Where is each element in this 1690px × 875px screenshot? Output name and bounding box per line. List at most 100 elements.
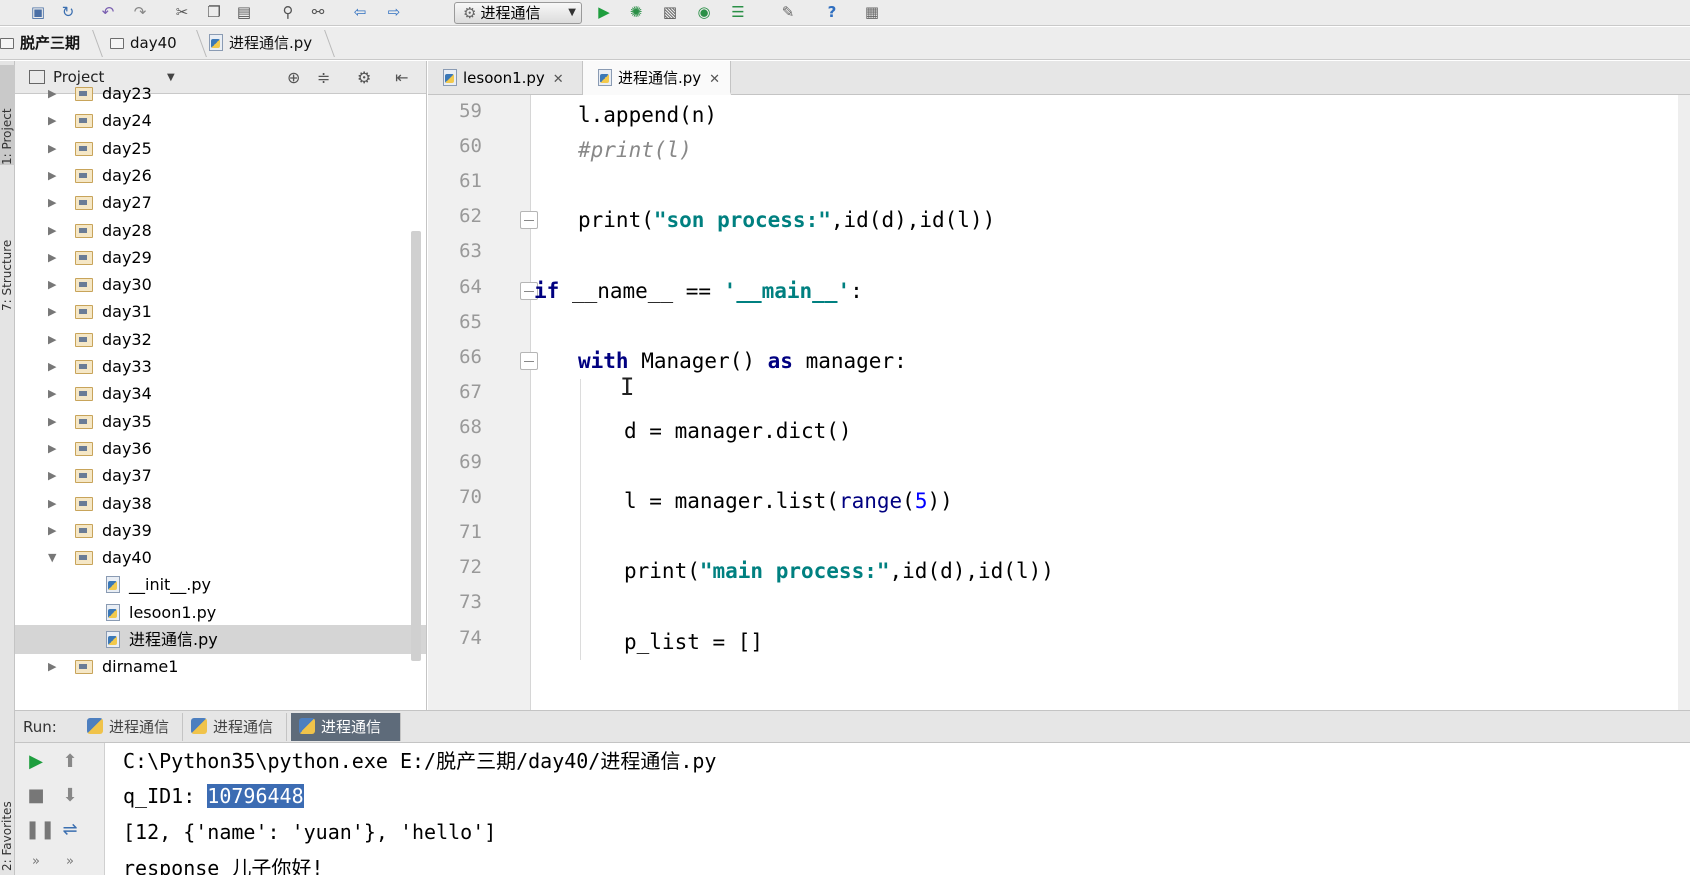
run-concurrency-icon[interactable]: ☰ bbox=[728, 2, 748, 22]
close-icon[interactable]: ✕ bbox=[553, 72, 564, 87]
folder-icon bbox=[75, 278, 93, 293]
tree-folder-item[interactable]: ▼ day40 bbox=[15, 543, 426, 572]
breadcrumb-item-file[interactable]: 进程通信.py bbox=[208, 27, 312, 60]
tree-file-item[interactable]: __init__.py bbox=[15, 570, 426, 599]
expand-arrow-right-icon[interactable]: ▶ bbox=[48, 461, 56, 490]
line-number: 63 bbox=[459, 240, 482, 263]
tree-folder-item[interactable]: ▶ day34 bbox=[15, 379, 426, 408]
forward-icon[interactable]: ⇨ bbox=[384, 2, 404, 22]
tree-folder-item[interactable]: ▶ day33 bbox=[15, 352, 426, 381]
tree-item-label: day40 bbox=[102, 548, 152, 568]
tree-folder-item[interactable]: ▶ day32 bbox=[15, 325, 426, 354]
help-icon[interactable]: ? bbox=[822, 2, 842, 22]
tree-folder-item[interactable]: ▶ day39 bbox=[15, 516, 426, 545]
expand-arrow-right-icon[interactable]: ▶ bbox=[48, 270, 56, 299]
back-icon[interactable]: ⇦ bbox=[350, 2, 370, 22]
expand-arrow-right-icon[interactable]: ▶ bbox=[48, 434, 56, 463]
tree-folder-item[interactable]: ▶ day23 bbox=[15, 79, 426, 108]
cut-icon[interactable]: ✂ bbox=[172, 2, 192, 22]
expand-arrow-right-icon[interactable]: ▶ bbox=[48, 489, 56, 518]
tree-file-item[interactable]: 进程通信.py bbox=[15, 625, 426, 654]
settings-icon[interactable]: ✎ bbox=[778, 2, 798, 22]
replace-icon[interactable]: ⚯ bbox=[308, 2, 328, 22]
soft-wrap-icon[interactable]: ⇌ bbox=[59, 819, 81, 841]
tree-folder-item[interactable]: ▶ day37 bbox=[15, 461, 426, 490]
expand-arrow-right-icon[interactable]: ▶ bbox=[48, 106, 56, 135]
tree-folder-item[interactable]: ▶ day25 bbox=[15, 134, 426, 163]
python-file-icon bbox=[597, 69, 612, 86]
expand-arrow-right-icon[interactable]: ▶ bbox=[48, 243, 56, 272]
tree-folder-item[interactable]: ▶ day28 bbox=[15, 216, 426, 245]
code-line: l = manager.list(range(5)) bbox=[624, 489, 953, 514]
python-run-icon bbox=[299, 718, 315, 734]
more-icon[interactable]: » bbox=[25, 851, 47, 873]
expand-arrow-right-icon[interactable]: ▶ bbox=[48, 516, 56, 545]
tree-folder-item[interactable]: ▶ day26 bbox=[15, 161, 426, 190]
code-line: l.append(n) bbox=[578, 103, 718, 127]
run-toolbar: ▶ ⬆ ■ ⬇ ❚❚ ⇌ » » bbox=[15, 743, 105, 875]
expand-arrow-right-icon[interactable]: ▶ bbox=[48, 652, 56, 681]
expand-arrow-right-icon[interactable]: ▶ bbox=[48, 134, 56, 163]
arrow-up-icon[interactable]: ⬆ bbox=[59, 751, 81, 773]
expand-arrow-down-icon[interactable]: ▼ bbox=[48, 543, 56, 572]
pause-icon[interactable]: ❚❚ bbox=[25, 819, 55, 841]
expand-arrow-right-icon[interactable]: ▶ bbox=[48, 188, 56, 217]
tree-file-item[interactable]: lesoon1.py bbox=[15, 598, 426, 627]
redo-icon[interactable]: ↷ bbox=[130, 2, 150, 22]
expand-arrow-right-icon[interactable]: ▶ bbox=[48, 325, 56, 354]
expand-arrow-right-icon[interactable]: ▶ bbox=[48, 216, 56, 245]
editor-tab-active[interactable]: 进程通信.py ✕ bbox=[583, 61, 731, 95]
breadcrumb-item-root[interactable]: 脱产三期 bbox=[0, 27, 80, 60]
run-tab[interactable]: 进程通信 bbox=[183, 713, 287, 741]
tree-folder-item[interactable]: ▶ day24 bbox=[15, 106, 426, 135]
debug-icon[interactable]: ✺ bbox=[626, 2, 646, 22]
expand-arrow-right-icon[interactable]: ▶ bbox=[48, 161, 56, 190]
tree-item-label: day28 bbox=[102, 220, 152, 240]
coverage-icon[interactable]: ▧ bbox=[660, 2, 680, 22]
tree-folder-item[interactable]: ▶ day31 bbox=[15, 297, 426, 326]
sync-icon[interactable]: ↻ bbox=[58, 2, 78, 22]
tree-folder-item[interactable]: ▶ day27 bbox=[15, 188, 426, 217]
folder-icon bbox=[75, 441, 93, 456]
tool-window-favorites-tab[interactable]: 2: Favorites bbox=[0, 751, 15, 871]
run-tab[interactable]: 进程通信 bbox=[79, 713, 183, 741]
tree-folder-item[interactable]: ▶ dirname1 bbox=[15, 652, 426, 681]
close-icon[interactable]: ✕ bbox=[709, 72, 720, 87]
breadcrumb-item-day40[interactable]: day40 bbox=[110, 27, 177, 60]
line-number: 67 bbox=[459, 380, 482, 403]
arrow-down-icon[interactable]: ⬇ bbox=[59, 785, 81, 807]
tool-window-structure-tab[interactable]: 7: Structure bbox=[0, 191, 15, 311]
tree-scrollbar[interactable] bbox=[411, 231, 421, 661]
run-tab-active[interactable]: 进程通信 bbox=[291, 713, 401, 741]
folder-icon bbox=[110, 38, 124, 49]
expand-arrow-right-icon[interactable]: ▶ bbox=[48, 297, 56, 326]
run-icon[interactable]: ▶ bbox=[594, 2, 614, 22]
expand-arrow-right-icon[interactable]: ▶ bbox=[48, 352, 56, 381]
vcs-icon[interactable]: ▦ bbox=[862, 2, 882, 22]
editor-tab-lesoon1[interactable]: lesoon1.py ✕ bbox=[428, 61, 583, 95]
tree-folder-item[interactable]: ▶ day35 bbox=[15, 407, 426, 436]
profile-icon[interactable]: ◉ bbox=[694, 2, 714, 22]
run-console[interactable]: C:\Python35\python.exe E:/脱产三期/day40/进程通… bbox=[105, 743, 1690, 875]
tree-folder-item[interactable]: ▶ day29 bbox=[15, 243, 426, 272]
stop-icon[interactable]: ■ bbox=[25, 785, 47, 807]
expand-arrow-right-icon[interactable]: ▶ bbox=[48, 407, 56, 436]
rerun-icon[interactable]: ▶ bbox=[25, 751, 47, 773]
tree-item-label: day36 bbox=[102, 438, 152, 458]
paste-icon[interactable]: ▤ bbox=[234, 2, 254, 22]
tree-folder-item[interactable]: ▶ day36 bbox=[15, 434, 426, 463]
tree-folder-item[interactable]: ▶ day38 bbox=[15, 489, 426, 518]
folder-icon bbox=[75, 168, 93, 183]
code-area[interactable]: l.append(n) #print(l) print("son process:"… bbox=[532, 95, 1672, 710]
save-icon[interactable]: ▣ bbox=[28, 2, 48, 22]
tool-window-project-tab[interactable]: 1: Project bbox=[0, 65, 15, 165]
tree-folder-item[interactable]: ▶ day30 bbox=[15, 270, 426, 299]
expand-arrow-right-icon[interactable]: ▶ bbox=[48, 79, 56, 108]
expand-arrow-right-icon[interactable]: ▶ bbox=[48, 379, 56, 408]
editor-scrollbar[interactable] bbox=[1678, 95, 1690, 710]
run-configuration-select[interactable]: ⚙ 进程通信 ▼ bbox=[454, 2, 582, 24]
copy-icon[interactable]: ❐ bbox=[204, 2, 224, 22]
more-icon[interactable]: » bbox=[59, 851, 81, 873]
undo-icon[interactable]: ↶ bbox=[98, 2, 118, 22]
find-icon[interactable]: ⚲ bbox=[278, 2, 298, 22]
